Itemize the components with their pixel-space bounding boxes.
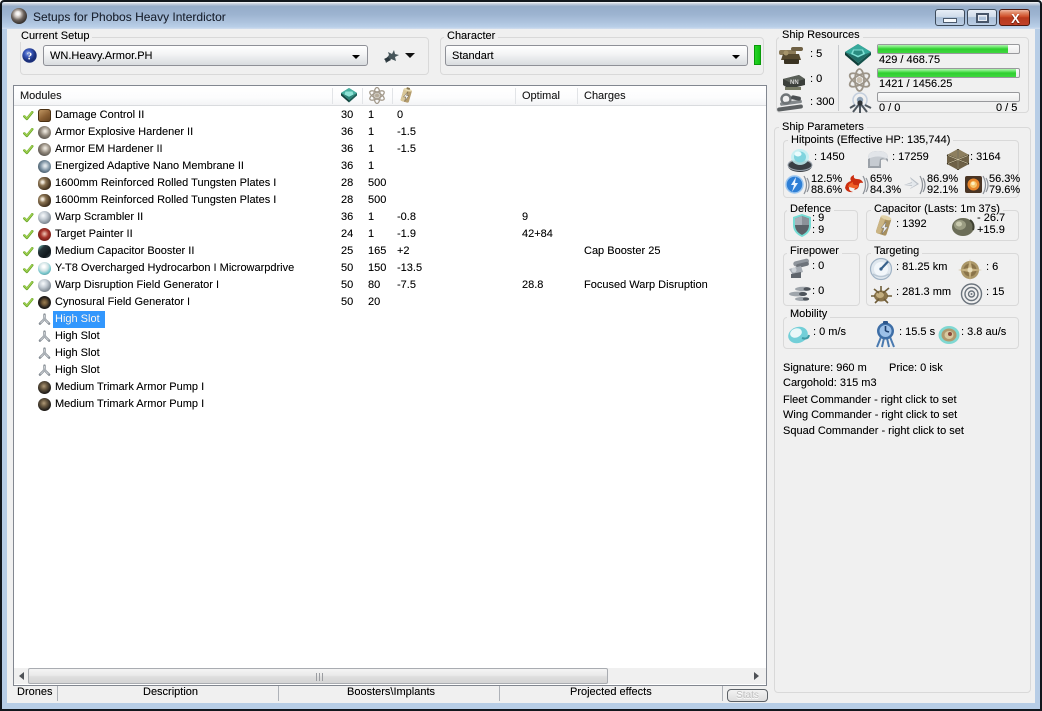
svg-text:?: ? (27, 51, 33, 63)
svg-text:NN: NN (790, 80, 799, 86)
